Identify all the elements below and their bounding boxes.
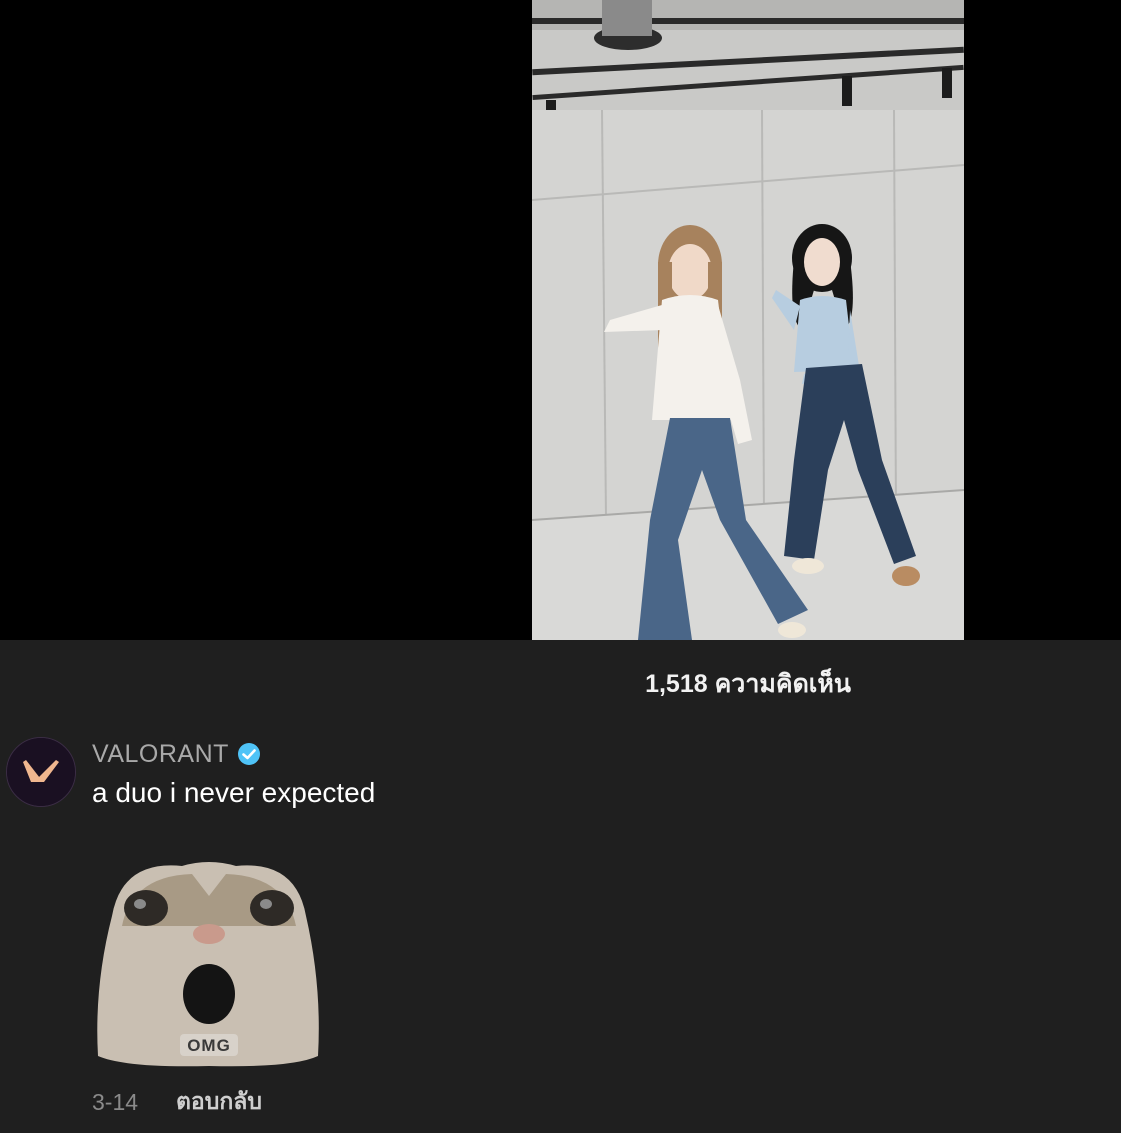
reply-button[interactable]: ตอบกลับ [176, 1084, 262, 1120]
comment-date: 3-14 [92, 1088, 139, 1115]
comment-count: 1,518 ความคิดเห็น [645, 670, 851, 698]
username[interactable]: VALORANT [92, 740, 229, 769]
valorant-logo-icon [7, 738, 75, 806]
video-player[interactable] [532, 0, 964, 640]
avatar[interactable] [6, 737, 76, 807]
omg-cat-sticker[interactable]: OMG [92, 856, 326, 1068]
video-area[interactable] [0, 0, 1121, 640]
comment-header: VALORANT [92, 738, 261, 770]
dance-video-frame [532, 0, 964, 640]
verified-badge-icon [237, 743, 260, 765]
sticker-label: OMG [187, 1036, 231, 1055]
comment-meta: 3-14 ตอบกลับ [92, 1084, 262, 1120]
comment-text: a duo i never expected [92, 777, 376, 808]
